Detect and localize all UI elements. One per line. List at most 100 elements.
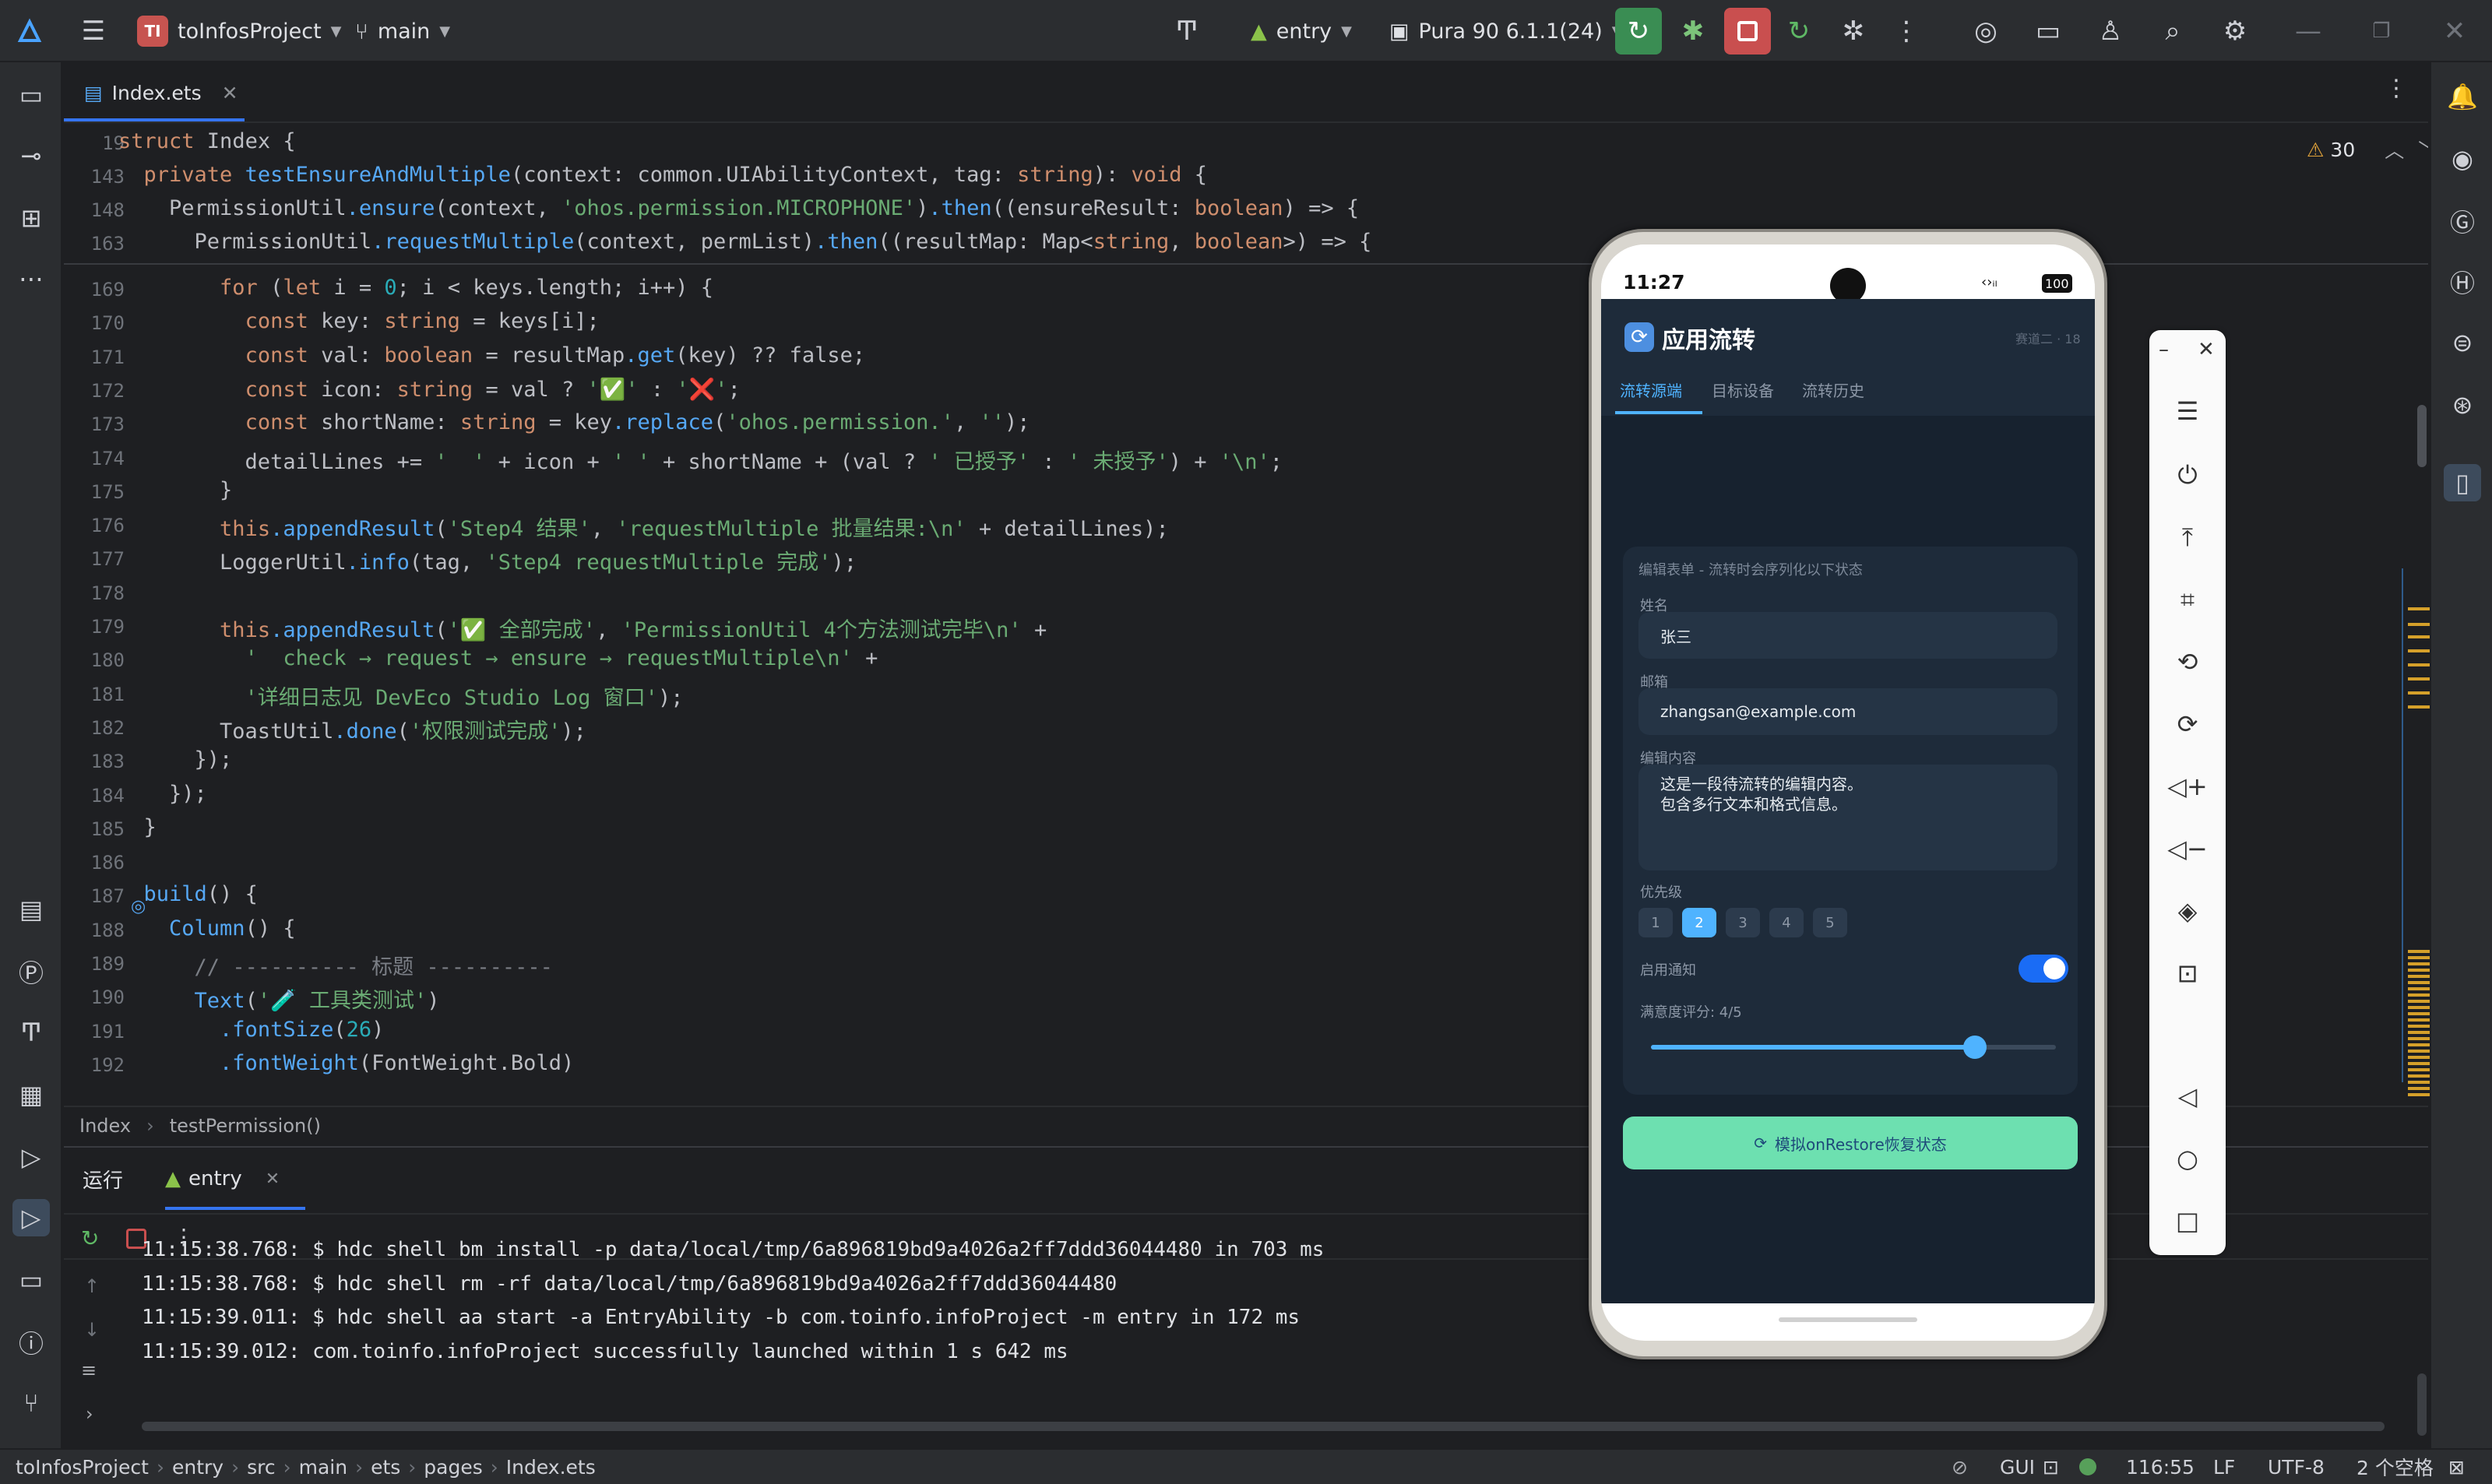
warning-mark[interactable] <box>2408 981 2430 984</box>
warning-mark[interactable] <box>2408 975 2430 978</box>
rotate-right-icon[interactable]: ⟳ <box>2169 705 2206 743</box>
folder-settings-icon[interactable]: ▭ <box>2029 0 2067 62</box>
tab-target[interactable]: 目标设备 <box>1712 378 1774 401</box>
volume-down-icon[interactable]: ◁− <box>2167 830 2207 867</box>
stop-button[interactable] <box>1724 0 1771 62</box>
priority-option[interactable]: 1 <box>1638 908 1673 937</box>
path-segment[interactable]: entry <box>172 1456 224 1479</box>
rotate-left-icon[interactable]: ⟲ <box>2169 643 2206 680</box>
target-icon[interactable]: ◎ <box>1967 0 2005 62</box>
warning-mark[interactable] <box>2408 969 2430 972</box>
power-icon[interactable]: ⏻ <box>2169 456 2206 494</box>
close-tab-icon[interactable]: ✕ <box>266 1169 280 1189</box>
scroll-up-icon[interactable]: ↑ <box>84 1275 100 1297</box>
crop-icon[interactable]: ⌗ <box>2169 581 2206 618</box>
priority-option[interactable]: 3 <box>1726 908 1760 937</box>
name-input[interactable]: 张三 <box>1638 612 2057 659</box>
warning-mark[interactable] <box>2408 1074 2430 1078</box>
warning-mark[interactable] <box>2408 962 2430 965</box>
line-separator[interactable]: LF <box>2213 1450 2235 1484</box>
more-tools-icon[interactable]: ⋯ <box>12 260 50 297</box>
warning-mark[interactable] <box>2408 987 2430 990</box>
priority-option[interactable]: 4 <box>1769 908 1804 937</box>
warning-mark[interactable] <box>2408 1025 2430 1028</box>
priority-option[interactable]: 5 <box>1813 908 1847 937</box>
run-config-tab[interactable]: ▲ entry ✕ <box>165 1148 280 1210</box>
warning-mark[interactable] <box>2408 705 2430 709</box>
attach-debugger-icon[interactable]: ✲ <box>1835 0 1872 62</box>
restore-button[interactable]: ⟳ 模拟onRestore恢复状态 <box>1623 1117 2078 1169</box>
gui-indicator[interactable]: GUI ⊡ <box>2000 1450 2059 1484</box>
apply-changes-icon[interactable]: ↻ <box>1780 0 1818 62</box>
app-inspector-icon[interactable]: ⊜ <box>2444 324 2481 361</box>
warning-mark[interactable] <box>2408 1018 2430 1022</box>
lock-file-icon[interactable]: ⊠ <box>2448 1450 2465 1484</box>
project-selector[interactable]: TI toInfosProject ▼ <box>137 0 342 62</box>
warning-mark[interactable] <box>2408 663 2430 666</box>
device-mirror-icon[interactable]: ▯ <box>2444 464 2481 501</box>
home-icon[interactable]: ○ <box>2169 1140 2206 1177</box>
services-icon[interactable]: ▷ <box>12 1138 50 1176</box>
content-textarea[interactable]: 这是一段待流转的编辑内容。 包含多行文本和格式信息。 <box>1638 765 2057 870</box>
tab-source[interactable]: 流转源端 <box>1620 378 1682 401</box>
scroll-down-icon[interactable]: ↓ <box>84 1319 100 1341</box>
more-actions-icon[interactable]: ⋮ <box>1888 0 1925 62</box>
path-segment[interactable]: Index.ets <box>506 1456 596 1479</box>
volume-up-icon[interactable]: ◁+ <box>2167 768 2207 805</box>
close-tab-icon[interactable]: ✕ <box>222 82 238 104</box>
branch-selector[interactable]: ⑂ main ▼ <box>355 0 450 62</box>
warning-mark[interactable] <box>2408 677 2430 680</box>
breadcrumb-item[interactable]: Index <box>79 1115 131 1137</box>
warning-mark[interactable] <box>2408 1068 2430 1071</box>
warning-mark[interactable] <box>2408 1093 2430 1096</box>
indent-setting[interactable]: 2 个空格 <box>2356 1450 2434 1484</box>
codegenie-icon[interactable]: Ⓖ <box>2444 202 2481 240</box>
minimize-icon[interactable]: – <box>2159 338 2169 361</box>
build-tool-icon[interactable]: Ͳ <box>1168 0 1206 62</box>
warning-mark[interactable] <box>2408 1050 2430 1053</box>
warning-mark[interactable] <box>2408 1062 2430 1065</box>
path-segment[interactable]: pages <box>424 1456 482 1479</box>
warning-mark[interactable] <box>2408 1056 2430 1059</box>
warning-mark[interactable] <box>2408 1012 2430 1015</box>
account-icon[interactable]: ♙ <box>2092 0 2129 62</box>
vertical-scrollbar[interactable] <box>2417 405 2427 467</box>
settings-icon[interactable]: ⚙ <box>2216 0 2254 62</box>
notify-toggle[interactable] <box>2019 955 2068 983</box>
breadcrumb-item[interactable]: testPermission() <box>170 1115 321 1137</box>
slider-knob[interactable] <box>1963 1036 1987 1059</box>
tab-history[interactable]: 流转历史 <box>1802 378 1864 401</box>
menu-icon[interactable]: ☰ <box>2169 392 2206 430</box>
warning-mark[interactable] <box>2408 950 2430 953</box>
home-indicator[interactable] <box>1779 1317 1917 1322</box>
chevron-up-icon[interactable]: ︿ <box>2385 135 2404 164</box>
run-panel-title[interactable]: 运行 <box>83 1148 123 1210</box>
commit-icon[interactable]: ⊸ <box>12 137 50 174</box>
rating-slider[interactable] <box>1651 1036 2056 1059</box>
inspections-widget[interactable]: ⚠ 30 ︿ ﹀ <box>2307 135 2428 164</box>
restore-icon[interactable]: ❐ <box>2363 0 2400 62</box>
override-marker-icon[interactable]: ◎ <box>131 897 146 916</box>
harmony-icon[interactable]: Ⓗ <box>2444 263 2481 301</box>
device-manager-icon[interactable]: ⊛ <box>2444 386 2481 424</box>
warning-mark[interactable] <box>2408 1031 2430 1034</box>
debug-icon[interactable]: ✱ <box>1674 0 1712 62</box>
priority-option[interactable]: 2 <box>1682 908 1716 937</box>
rerun-icon[interactable]: ↻ <box>81 1226 99 1251</box>
screenshot-icon[interactable]: ⊡ <box>2169 955 2206 992</box>
chevron-down-icon[interactable]: ﹀ <box>2418 135 2428 164</box>
phone-screen[interactable]: 11:27 ‹›ᵢₗ 100 ⟳ 应用流转 赛道二 · 18 流转源端 目标设备… <box>1601 244 2095 1341</box>
close-window-icon[interactable]: ✕ <box>2436 0 2473 62</box>
recents-icon[interactable]: □ <box>2169 1202 2206 1240</box>
structure-icon[interactable]: ⊞ <box>12 199 50 237</box>
shake-icon[interactable]: ◈ <box>2169 892 2206 930</box>
notifications-icon[interactable]: 🔔 <box>2444 78 2481 115</box>
profiler-icon[interactable]: Ⓟ <box>12 953 50 990</box>
problems-icon[interactable]: ⓘ <box>12 1324 50 1361</box>
warning-mark[interactable] <box>2408 607 2430 610</box>
soft-wrap-icon[interactable]: ≡ <box>81 1359 97 1381</box>
main-menu-icon[interactable]: ☰ <box>75 0 112 62</box>
horizontal-scrollbar[interactable] <box>142 1422 2385 1431</box>
rerun-button[interactable]: ↻ <box>1615 0 1662 62</box>
layout-icon[interactable]: ▤ <box>12 891 50 928</box>
